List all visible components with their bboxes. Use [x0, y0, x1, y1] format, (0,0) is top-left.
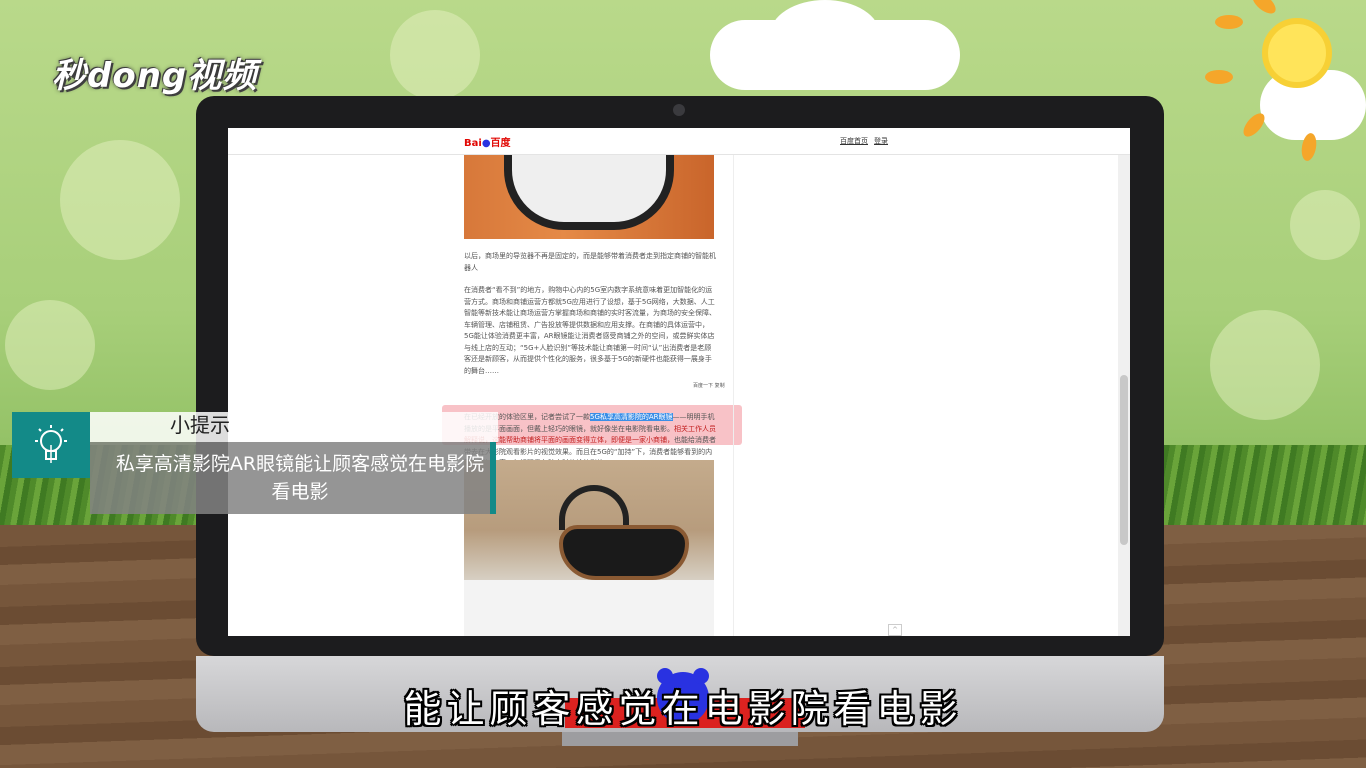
browser-screen: Bai●百度 百度首页 登录 以后，商场里的导览器不再是固定的，而是能够带着消费者…	[228, 128, 1130, 636]
back-to-top-button[interactable]: ^	[888, 624, 902, 636]
selection-popup[interactable]: 百度一下 复制	[693, 382, 725, 389]
ar-glasses-graphic	[559, 525, 689, 580]
background-bokeh	[390, 10, 480, 100]
background-bokeh	[1210, 310, 1320, 420]
link-baidu-home[interactable]: 百度首页	[840, 137, 868, 145]
lightbulb-icon	[12, 412, 90, 478]
headset-band-graphic	[559, 485, 629, 530]
baidu-paw-icon: ●	[481, 138, 491, 149]
background-bokeh	[1290, 190, 1360, 260]
article-image-guide-robot	[464, 155, 714, 239]
baidu-logo-text-cn: 百度	[490, 138, 511, 149]
article-image-ar-glasses	[464, 460, 714, 636]
article-paragraph: 在消费者“看不到”的地方，购物中心内的5G室内数字系统意味着更加智能化的运营方式…	[464, 286, 716, 375]
baidu-logo[interactable]: Bai●百度	[464, 134, 511, 149]
link-login[interactable]: 登录	[874, 137, 888, 145]
display-table-graphic	[464, 580, 714, 636]
tip-accent-bar	[490, 442, 496, 514]
selected-text[interactable]: 5G私享高清影院的AR眼镜	[590, 413, 673, 421]
tip-title-bar	[90, 412, 498, 442]
divider	[733, 155, 734, 636]
watermark-logo: 秒dong视频	[52, 56, 258, 96]
browser-top-bar: Bai●百度 百度首页 登录	[228, 128, 1130, 155]
top-links: 百度首页 登录	[840, 136, 894, 146]
camera-icon	[673, 104, 685, 116]
cloud	[770, 0, 880, 70]
article-content: 以后，商场里的导览器不再是固定的，而是能够带着消费者走到指定商铺的智能机器人 在…	[442, 155, 742, 636]
video-subtitle: 能让顾客感觉在电影院看电影	[403, 687, 963, 731]
robot-screen-graphic	[504, 155, 674, 230]
scrollbar-thumb[interactable]	[1120, 375, 1128, 545]
tip-body: 私享高清影院AR眼镜能让顾客感觉在电影院看电影	[115, 453, 485, 503]
background-bokeh	[5, 300, 95, 390]
monitor-stand	[562, 732, 798, 746]
scrollbar[interactable]	[1118, 155, 1130, 636]
baidu-logo-text: Bai	[464, 138, 482, 149]
tip-title: 小提示	[170, 413, 230, 437]
background-bokeh	[60, 140, 180, 260]
article-paragraph: 以后，商场里的导览器不再是固定的，而是能够带着消费者走到指定商铺的智能机器人	[464, 252, 716, 272]
